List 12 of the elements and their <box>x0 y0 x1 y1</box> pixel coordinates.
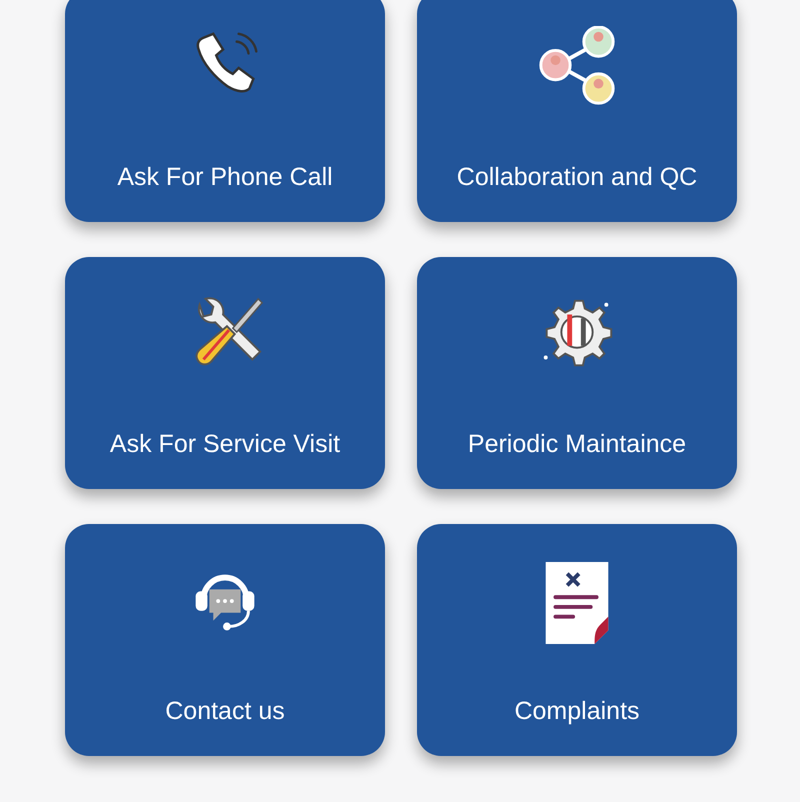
tile-label: Contact us <box>165 697 285 726</box>
tile-label: Ask For Phone Call <box>117 163 333 192</box>
tile-label: Complaints <box>514 697 640 726</box>
tile-card[interactable]: Collaboration and QC <box>417 0 737 222</box>
tile-label: Collaboration and QC <box>456 163 698 192</box>
tile-label: Ask For Service Visit <box>110 430 340 459</box>
tile-card[interactable]: Complaints <box>417 524 737 756</box>
tile-label: Periodic Maintaince <box>468 430 686 459</box>
tile-card[interactable]: Ask For Phone Call <box>65 0 385 222</box>
tile-card[interactable]: Ask For Service Visit <box>65 257 385 489</box>
tile-card[interactable]: Contact us <box>65 524 385 756</box>
tile-card[interactable]: Periodic Maintaince <box>417 257 737 489</box>
